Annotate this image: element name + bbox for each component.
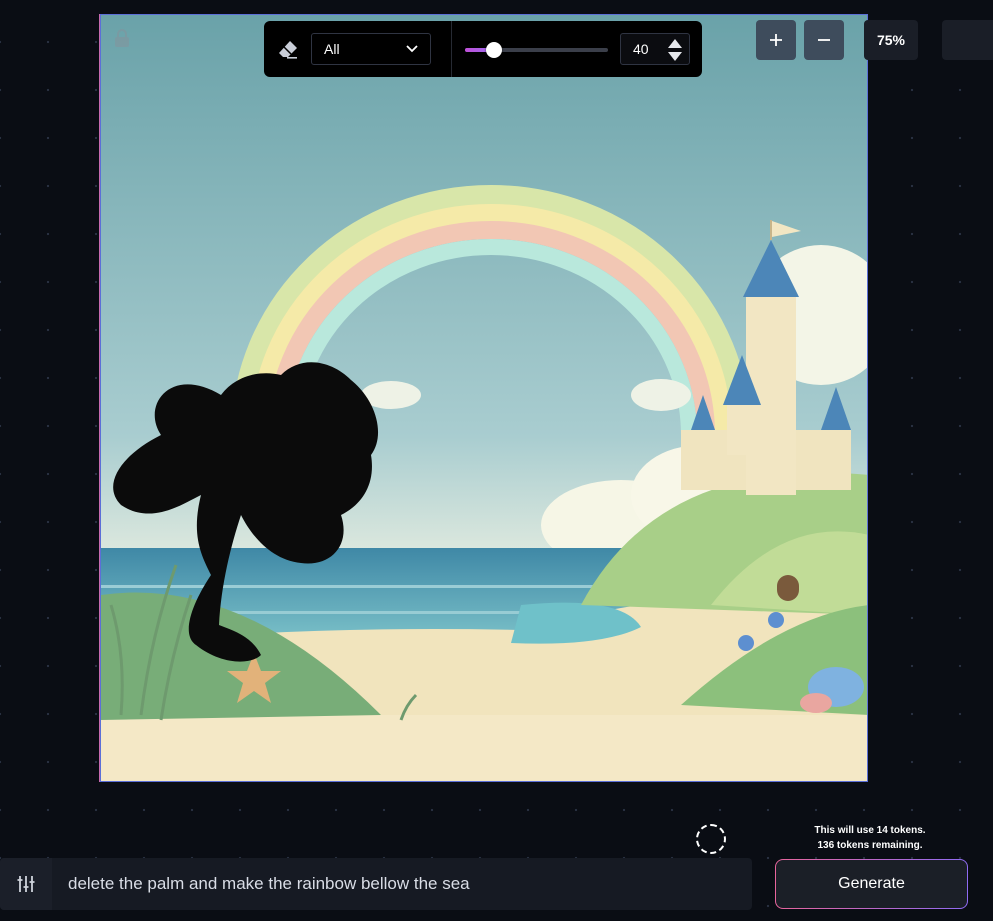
triangle-down-icon xyxy=(668,52,682,61)
toolbar-divider xyxy=(451,21,452,77)
brush-cursor xyxy=(696,824,726,854)
token-remaining-text: 136 tokens remaining. xyxy=(817,840,923,851)
plus-icon xyxy=(770,34,782,46)
minus-icon xyxy=(818,39,830,41)
lock-icon xyxy=(115,29,129,47)
zoom-level[interactable]: 75% xyxy=(864,20,918,60)
token-info: This will use 14 tokens. 136 tokens rema… xyxy=(780,823,960,853)
brush-size-value: 40 xyxy=(633,41,649,57)
mask-mode-value: All xyxy=(324,41,340,57)
stepper-up-button[interactable] xyxy=(666,37,684,50)
zoom-out-button[interactable] xyxy=(804,20,844,60)
sliders-icon xyxy=(17,876,35,892)
image-canvas[interactable] xyxy=(100,14,868,782)
token-usage-text: This will use 14 tokens. xyxy=(814,825,926,836)
brush-size-slider-thumb[interactable] xyxy=(485,42,502,58)
zoom-in-button[interactable] xyxy=(756,20,796,60)
stepper-down-button[interactable] xyxy=(666,50,684,63)
eraser-button[interactable] xyxy=(277,38,299,60)
brush-toolbar: All 40 xyxy=(264,21,702,77)
prompt-settings-button[interactable] xyxy=(0,858,52,910)
brush-size-input[interactable]: 40 xyxy=(620,33,690,65)
beach-castle-illustration xyxy=(101,15,867,781)
eraser-icon xyxy=(279,41,297,59)
generate-button[interactable]: Generate xyxy=(775,859,968,909)
mask-mode-select[interactable]: All xyxy=(311,33,431,65)
toolbar-edge-button[interactable] xyxy=(942,20,993,60)
prompt-bar xyxy=(0,858,752,910)
brush-size-slider[interactable] xyxy=(465,42,608,58)
triangle-up-icon xyxy=(668,39,682,48)
chevron-down-icon xyxy=(406,45,418,53)
brush-size-stepper xyxy=(666,37,684,63)
prompt-input[interactable] xyxy=(54,858,744,910)
